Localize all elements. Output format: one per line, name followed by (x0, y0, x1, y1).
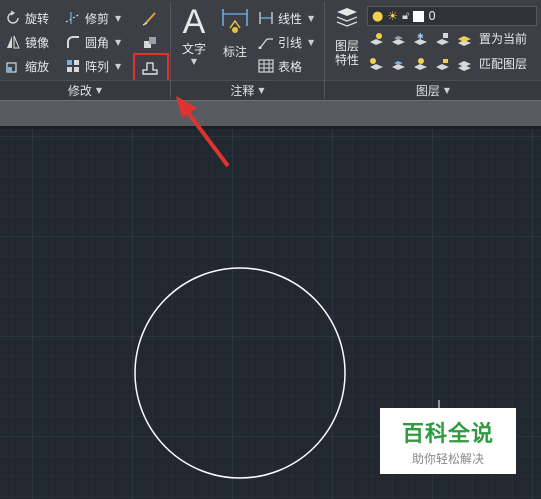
mirror-icon (5, 34, 21, 50)
layers-panel-title: 图层 (415, 84, 440, 98)
leader-dropdown-icon[interactable]: ▼ (308, 38, 314, 47)
table-label: 表格 (278, 59, 303, 74)
linear-label: 线性 (278, 11, 303, 26)
text-label: 文字 (181, 42, 206, 56)
text-a-icon: A (182, 3, 206, 41)
lightbulb-icon: ● (372, 8, 384, 24)
scale-icon (5, 58, 21, 74)
array-dropdown-icon[interactable]: ▼ (115, 62, 121, 71)
mirror-tool[interactable]: 镜像 (5, 32, 49, 52)
linear-dimension-icon (258, 10, 274, 26)
set-current-label[interactable]: 置为当前 (479, 32, 527, 47)
layer-tools-row-1: ✱ 置为当前 (369, 32, 527, 47)
layers-panel: 图层 特性 ● ☀ 🔓︎ 0 ✱ 置为当前 匹配图层 图层 ▼ (325, 0, 541, 100)
trim-icon (65, 10, 81, 26)
layer-dropdown[interactable]: ● ☀ 🔓︎ 0 (367, 6, 537, 26)
rotate-label: 旋转 (25, 11, 50, 26)
layer-lock-icon[interactable] (435, 32, 450, 47)
rotate-tool[interactable]: 旋转 (5, 8, 49, 28)
text-tool[interactable]: A 文字 ▼ (177, 4, 211, 66)
trim-label: 修剪 (85, 11, 110, 26)
layer-freeze-icon[interactable]: ✱ (413, 32, 428, 47)
annotation-panel-footer[interactable]: 注释 ▼ (171, 80, 324, 100)
fillet-dropdown-icon[interactable]: ▼ (115, 38, 121, 47)
match-layer-icon[interactable] (457, 57, 472, 72)
scale-tool[interactable]: 缩放 (5, 56, 49, 76)
dimension-label: 标注 (222, 45, 247, 59)
layer-properties-label-line2: 特性 (334, 53, 359, 67)
text-dropdown-icon[interactable]: ▼ (191, 57, 197, 66)
leader-tool[interactable]: 引线 ▼ (258, 32, 314, 52)
layer-isolate-icon[interactable] (391, 32, 406, 47)
rotate-icon (5, 10, 21, 26)
linear-tool[interactable]: 线性 ▼ (258, 8, 314, 28)
modify-panel-footer[interactable]: 修改 ▼ (0, 80, 170, 100)
array-tool[interactable]: 阵列 ▼ (65, 56, 121, 76)
panel-expand-icon: ▼ (258, 86, 265, 95)
trim-tool[interactable]: 修剪 ▼ (65, 8, 121, 28)
copy-blocks-icon (142, 34, 158, 50)
panel-expand-icon: ▼ (95, 86, 103, 95)
lock-icon: 🔓︎ (402, 9, 410, 22)
layer-unisolate-icon[interactable] (391, 57, 406, 72)
match-layer-label[interactable]: 匹配图层 (479, 57, 527, 72)
dimension-tool[interactable]: 标注 (217, 6, 253, 60)
annotation-panel: A 文字 ▼ 标注 线性 ▼ 引线 ▼ 表格 注释 ▼ (171, 0, 324, 100)
viewport-header-bar (0, 100, 541, 126)
leader-label: 引线 (278, 35, 303, 50)
watermark: 百科全说 助你轻松解决 (380, 408, 516, 474)
sun-icon: ☀ (387, 9, 399, 23)
layer-stack-icon (334, 6, 360, 33)
layer-thaw-icon[interactable] (413, 57, 428, 72)
mirror-label: 镜像 (25, 35, 50, 50)
dimension-icon (220, 6, 250, 39)
color-swatch (413, 10, 425, 22)
set-current-icon[interactable] (457, 32, 472, 47)
fillet-icon (65, 34, 81, 50)
layer-properties-label-line1: 图层 (334, 39, 359, 53)
modify-panel: 旋转 修剪 ▼ 镜像 圆角 ▼ 缩放 阵列 ▼ 修改 ▼ (0, 0, 170, 100)
layer-on-icon[interactable] (369, 57, 384, 72)
panel-expand-icon: ▼ (443, 86, 451, 95)
fillet-tool[interactable]: 圆角 ▼ (65, 32, 121, 52)
linear-dropdown-icon[interactable]: ▼ (308, 14, 314, 23)
watermark-title: 百科全说 (401, 421, 494, 447)
trim-dropdown-icon[interactable]: ▼ (115, 14, 121, 23)
layer-unlock-icon[interactable] (435, 57, 450, 72)
table-icon (258, 58, 274, 74)
erase-tool[interactable] (142, 8, 162, 28)
scale-label: 缩放 (25, 59, 50, 74)
layer-tools-row-2: 匹配图层 (369, 57, 527, 72)
layer-off-icon[interactable] (369, 32, 384, 47)
svg-text:✱: ✱ (417, 32, 424, 41)
array-label: 阵列 (85, 59, 110, 74)
watermark-subtitle: 助你轻松解决 (411, 451, 484, 466)
copy-tool[interactable] (142, 32, 162, 52)
erase-brush-icon (142, 10, 158, 26)
fillet-label: 圆角 (85, 35, 110, 50)
leader-icon (258, 34, 274, 50)
layers-panel-footer[interactable]: 图层 ▼ (325, 80, 541, 100)
modify-panel-title: 修改 (67, 84, 92, 98)
current-layer-name: 0 (428, 9, 436, 23)
layer-properties-tool[interactable]: 图层 特性 (329, 6, 365, 67)
table-tool[interactable]: 表格 (258, 56, 302, 76)
ribbon: 旋转 修剪 ▼ 镜像 圆角 ▼ 缩放 阵列 ▼ 修改 ▼ A 文字 ▼ 标注 线… (0, 0, 541, 100)
array-icon (65, 58, 81, 74)
annotation-panel-title: 注释 (230, 84, 255, 98)
